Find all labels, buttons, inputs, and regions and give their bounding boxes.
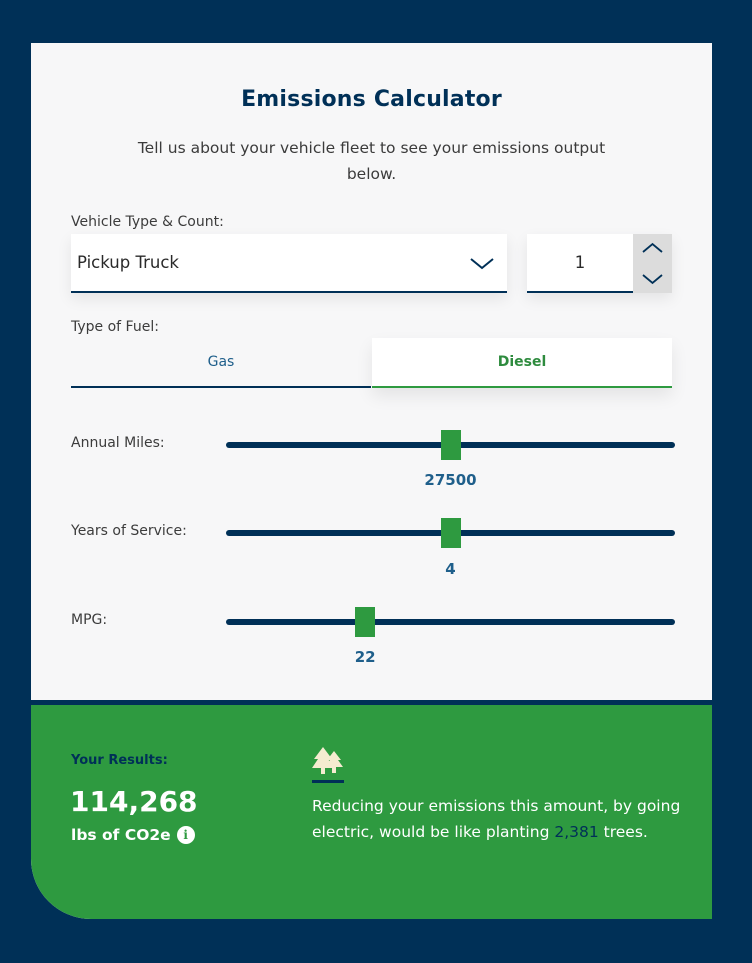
trees-count: 2,381 [554,823,599,841]
mpg-label: MPG: [71,612,108,628]
calculator-card: Emissions Calculator Tell us about your … [31,43,712,919]
mpg-slider[interactable] [226,607,675,637]
results-text-after: trees. [603,823,648,841]
vehicle-type-label: Vehicle Type & Count: [71,214,224,230]
results-unit: lbs of CO2e [71,826,171,844]
mpg-thumb[interactable] [355,607,376,637]
page-title: Emissions Calculator [241,87,502,112]
tab-gas[interactable]: Gas [71,338,371,388]
page-subtitle: Tell us about your vehicle fleet to see … [137,139,606,183]
years-of-service-slider[interactable] [226,518,675,548]
tab-diesel[interactable]: Diesel [372,338,672,388]
vehicle-count-field[interactable]: 1 [527,234,672,293]
annual-miles-value: 27500 [424,471,477,489]
quantity-stepper [633,234,672,293]
trees-icon [312,747,343,774]
chevron-down-icon [470,258,494,270]
results-label: Your Results: [71,753,168,768]
trees-underline [312,780,344,783]
fuel-type-label: Type of Fuel: [71,319,159,335]
years-of-service-value: 4 [445,560,456,578]
results-panel: Your Results: 114,268 lbs of CO2e i Redu… [31,700,712,919]
vehicle-type-value: Pickup Truck [77,253,179,272]
mpg-value: 22 [354,648,376,666]
years-of-service-label: Years of Service: [71,523,187,539]
fuel-type-tabs: Gas Diesel [71,338,672,388]
results-amount: 114,268 [70,785,198,818]
vehicle-count-value[interactable]: 1 [527,234,633,291]
years-of-service-thumb[interactable] [440,518,461,548]
vehicle-type-select[interactable]: Pickup Truck [71,234,507,293]
chevron-up-icon[interactable] [633,234,672,263]
info-icon[interactable]: i [176,826,195,844]
annual-miles-thumb[interactable] [440,430,461,460]
chevron-down-icon[interactable] [633,264,672,293]
annual-miles-label: Annual Miles: [71,435,165,451]
results-description: Reducing your emissions this amount, by … [312,793,692,845]
annual-miles-slider[interactable] [226,430,675,460]
results-unit-row: lbs of CO2e i [71,826,195,844]
